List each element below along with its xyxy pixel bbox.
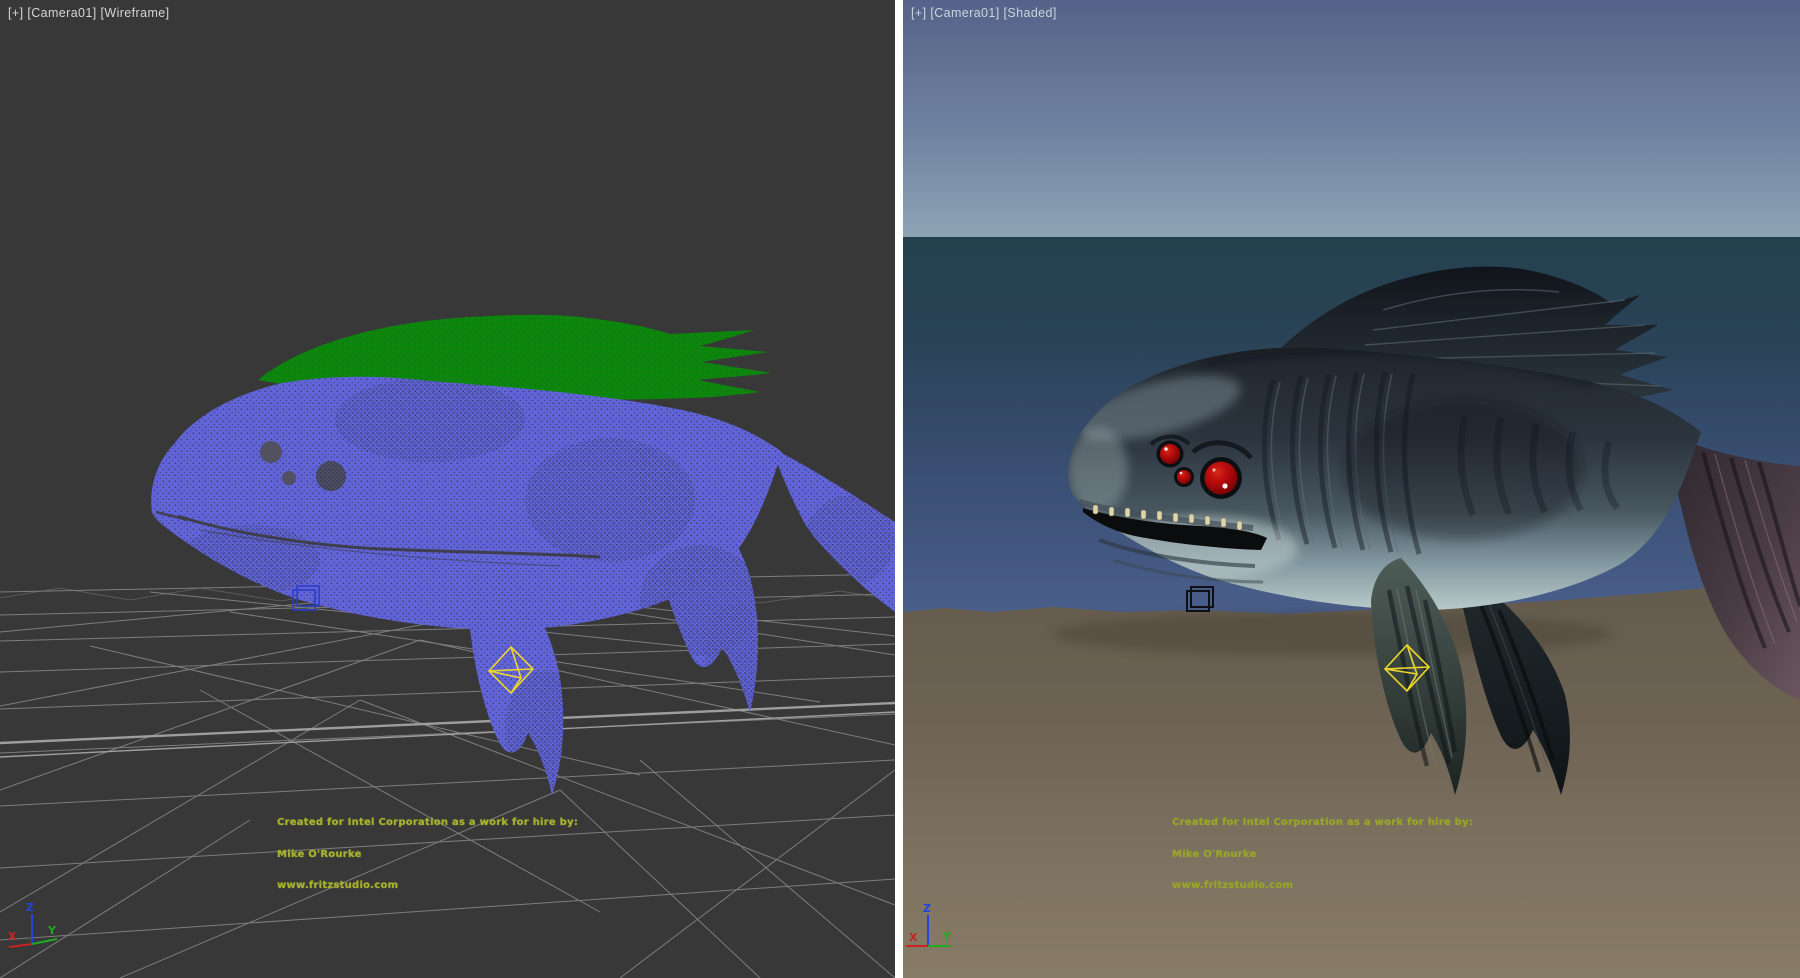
credit-line: Mike O'Rourke [1172, 850, 1473, 861]
eye-large [1205, 462, 1238, 495]
sky [903, 0, 1800, 237]
credit-line: Created for Intel Corporation as a work … [1172, 818, 1473, 829]
viewport-wireframe[interactable]: X Z Y [+] [Camera01] [Wireframe] Created… [0, 0, 895, 978]
eye-small [1177, 470, 1191, 484]
credit-line: Created for Intel Corporation as a work … [277, 818, 578, 829]
axis-label-x: X [909, 931, 918, 944]
axis-label-y: Y [47, 924, 57, 937]
credit-line: www.fritzstudio.com [277, 881, 578, 892]
axis-label-y: Y [942, 930, 952, 943]
dual-viewport-stage: X Z Y [+] [Camera01] [Wireframe] Created… [0, 0, 1800, 978]
viewport-label-wireframe[interactable]: [+] [Camera01] [Wireframe] [8, 6, 170, 20]
axis-label-z: Z [26, 901, 34, 914]
axis-label-z: Z [923, 902, 931, 915]
credit-text: Created for Intel Corporation as a work … [277, 797, 578, 913]
viewport-label-shaded[interactable]: [+] [Camera01] [Shaded] [911, 6, 1057, 20]
credit-line: Mike O'Rourke [277, 850, 578, 861]
eye-medium [1160, 444, 1180, 464]
axis-label-x: X [8, 930, 17, 943]
credit-text: Created for Intel Corporation as a work … [1172, 797, 1473, 913]
credit-line: www.fritzstudio.com [1172, 881, 1473, 892]
viewport-shaded[interactable]: X Z Y [+] [Camera01] [Shaded] Created fo… [903, 0, 1800, 978]
